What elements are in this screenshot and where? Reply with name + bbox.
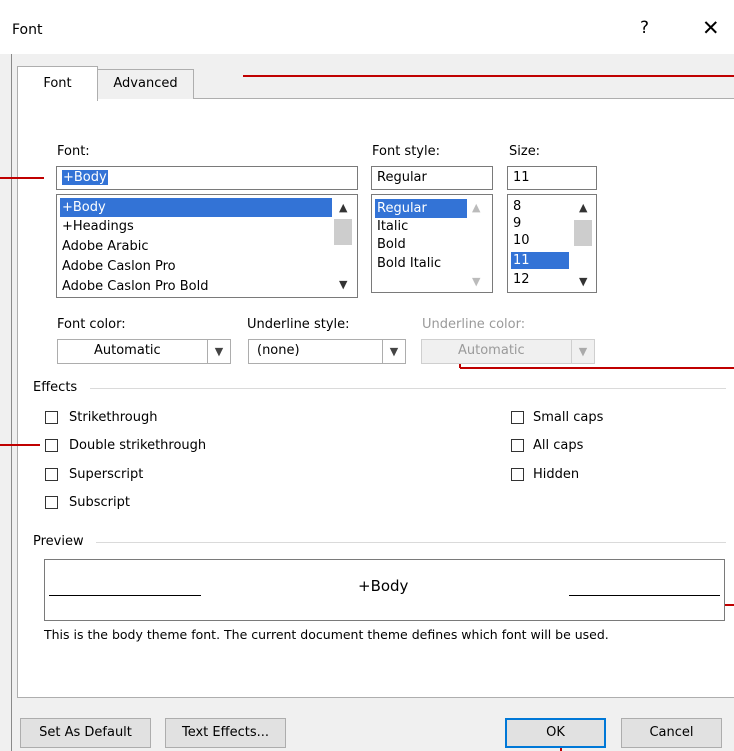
- strikethrough-label[interactable]: Strikethrough: [69, 410, 157, 425]
- window-border: [11, 54, 12, 751]
- callout-line-effects: [0, 444, 40, 446]
- font-input[interactable]: +Body: [56, 166, 358, 190]
- list-item[interactable]: Adobe Caslon Pro Bold: [60, 277, 209, 296]
- chevron-down-icon[interactable]: ▼: [382, 340, 405, 363]
- scroll-down-icon[interactable]: ▼: [339, 278, 347, 291]
- font-style-label: Font style:: [372, 144, 440, 159]
- underline-color-label: Underline color:: [422, 317, 526, 332]
- preview-baseline-left: [49, 595, 201, 596]
- superscript-checkbox[interactable]: [45, 468, 58, 481]
- underline-style-label: Underline style:: [247, 317, 350, 332]
- tab-font-label: Font: [43, 76, 72, 91]
- title-bar: [0, 0, 734, 54]
- text-effects-button[interactable]: Text Effects...: [165, 718, 286, 748]
- chevron-down-icon[interactable]: ▼: [207, 340, 230, 363]
- list-item[interactable]: Bold: [375, 235, 406, 254]
- close-icon[interactable]: ✕: [702, 16, 720, 40]
- tab-advanced-label: Advanced: [113, 76, 178, 91]
- scroll-up-icon[interactable]: ▲: [339, 201, 347, 214]
- list-item[interactable]: 8: [511, 198, 521, 215]
- list-item[interactable]: Italic: [375, 217, 408, 236]
- scroll-down-icon[interactable]: ▼: [472, 275, 480, 288]
- preview-baseline-right: [569, 595, 720, 596]
- superscript-label[interactable]: Superscript: [69, 467, 143, 482]
- underline-color-value: Automatic: [458, 343, 525, 358]
- strikethrough-checkbox[interactable]: [45, 411, 58, 424]
- callout-line-underline-color: [460, 367, 734, 369]
- preview-text: +Body: [358, 577, 409, 595]
- font-style-input[interactable]: Regular: [371, 166, 493, 190]
- font-color-value: Automatic: [94, 343, 161, 358]
- font-list[interactable]: +Body +Headings Adobe Arabic Adobe Caslo…: [56, 194, 358, 298]
- size-list[interactable]: 8 9 10 11 12 ▲ ▼: [507, 194, 597, 293]
- ok-button[interactable]: OK: [505, 718, 606, 748]
- underline-style-value: (none): [257, 343, 300, 358]
- small-caps-checkbox[interactable]: [511, 411, 524, 424]
- subscript-label[interactable]: Subscript: [69, 495, 130, 510]
- scrollbar-thumb[interactable]: [334, 219, 352, 245]
- list-item[interactable]: Bold Italic: [375, 254, 441, 273]
- double-strikethrough-label[interactable]: Double strikethrough: [69, 438, 206, 453]
- chevron-down-icon[interactable]: ▼: [571, 340, 594, 363]
- small-caps-label[interactable]: Small caps: [533, 410, 603, 425]
- double-strikethrough-checkbox[interactable]: [45, 439, 58, 452]
- subscript-checkbox[interactable]: [45, 496, 58, 509]
- tab-advanced[interactable]: Advanced: [97, 69, 194, 99]
- list-item[interactable]: 12: [511, 271, 530, 288]
- callout-line-tabs: [243, 75, 734, 77]
- dialog-title: Font: [12, 22, 43, 38]
- list-item[interactable]: +Body: [60, 198, 332, 217]
- cancel-button[interactable]: Cancel: [621, 718, 722, 748]
- preview-divider: [96, 542, 726, 543]
- scroll-down-icon[interactable]: ▼: [579, 275, 587, 288]
- set-as-default-button[interactable]: Set As Default: [20, 718, 151, 748]
- all-caps-label[interactable]: All caps: [533, 438, 583, 453]
- scrollbar-thumb[interactable]: [574, 220, 592, 246]
- hidden-checkbox[interactable]: [511, 468, 524, 481]
- size-label: Size:: [509, 144, 541, 159]
- size-input[interactable]: 11: [507, 166, 597, 190]
- tab-font[interactable]: Font: [17, 66, 98, 101]
- font-label: Font:: [57, 144, 90, 159]
- all-caps-checkbox[interactable]: [511, 439, 524, 452]
- underline-style-dropdown[interactable]: (none) ▼: [248, 339, 406, 364]
- underline-color-dropdown[interactable]: Automatic ▼: [421, 339, 595, 364]
- callout-line-font: [0, 177, 44, 179]
- font-color-dropdown[interactable]: Automatic ▼: [57, 339, 231, 364]
- scroll-up-icon[interactable]: ▲: [472, 201, 480, 214]
- list-item[interactable]: 9: [511, 215, 521, 232]
- font-input-value: +Body: [62, 170, 108, 185]
- preview-label: Preview: [33, 534, 84, 549]
- effects-divider: [90, 388, 726, 389]
- list-item[interactable]: +Headings: [60, 217, 134, 236]
- list-item[interactable]: Adobe Caslon Pro: [60, 257, 176, 276]
- list-item[interactable]: 11: [511, 252, 569, 269]
- help-button[interactable]: ?: [640, 18, 649, 38]
- font-color-label: Font color:: [57, 317, 126, 332]
- preview-description: This is the body theme font. The current…: [44, 627, 609, 642]
- font-style-list[interactable]: Regular Italic Bold Bold Italic ▲ ▼: [371, 194, 493, 293]
- list-item[interactable]: Adobe Arabic: [60, 237, 148, 256]
- list-item[interactable]: 10: [511, 232, 530, 249]
- scroll-up-icon[interactable]: ▲: [579, 201, 587, 214]
- hidden-label[interactable]: Hidden: [533, 467, 579, 482]
- effects-label: Effects: [33, 380, 78, 395]
- list-item[interactable]: Regular: [375, 199, 467, 218]
